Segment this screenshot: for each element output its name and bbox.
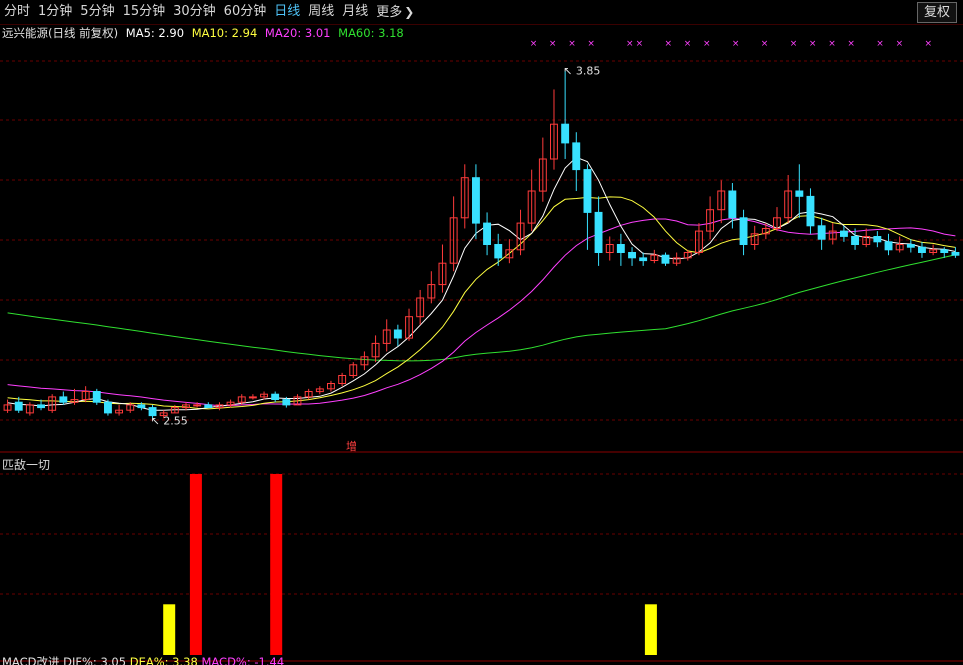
candle-body	[906, 244, 915, 248]
signal-marker: ×	[876, 39, 884, 49]
candle-body	[193, 404, 202, 407]
candle-body	[271, 393, 280, 401]
signal-marker: ×	[790, 39, 798, 49]
candle-body	[795, 190, 804, 197]
candle-body	[14, 401, 23, 411]
candle-body	[561, 123, 570, 144]
signal-marker: ×	[626, 39, 634, 49]
indicator-bar	[189, 474, 202, 655]
signal-marker: ×	[665, 39, 673, 49]
candle-body	[628, 252, 636, 259]
dif-value: DIF%: 3.05	[63, 655, 127, 665]
indicator-bar	[644, 604, 657, 655]
signal-marker: ×	[530, 39, 538, 49]
macd-value: MACD%: -1.44	[201, 655, 285, 665]
signal-marker: ×	[549, 39, 557, 49]
indicator-title: 匹敌一切	[2, 458, 51, 472]
signal-marker: ×	[587, 39, 595, 49]
candle-body	[806, 195, 815, 227]
ma5-line	[7, 156, 956, 411]
signal-marker: ×	[896, 39, 904, 49]
signal-marker: ×	[809, 39, 817, 49]
candle-body	[884, 241, 893, 251]
candle-body	[873, 236, 882, 243]
candle-body	[92, 391, 101, 403]
indicator-bar	[270, 474, 283, 655]
candle-body	[248, 396, 257, 399]
candle-body	[739, 217, 748, 246]
candlestick-chart[interactable]: × × × × × × × × × × × × × × × × × ×↖ 3.85↖ 2.55增	[0, 0, 963, 665]
candle-body	[104, 401, 112, 414]
candle-body	[583, 169, 592, 213]
signal-marker: ×	[684, 39, 692, 49]
candle-body	[661, 254, 670, 264]
macd-name: MACD改进	[2, 655, 60, 665]
signal-marker: ×	[925, 39, 933, 49]
candle-body	[951, 252, 960, 256]
candle-body	[494, 244, 503, 259]
candle-body	[594, 211, 603, 253]
signal-marker: ×	[761, 39, 769, 49]
candle-body	[204, 404, 213, 409]
dea-value: DEA%: 3.38	[129, 655, 198, 665]
indicator-bar	[163, 604, 176, 655]
signal-marker: ×	[568, 39, 576, 49]
high-label: ↖ 3.85	[563, 65, 600, 78]
candle-body	[918, 246, 926, 253]
signal-label: 增	[346, 439, 357, 453]
candle-body	[393, 329, 402, 339]
ma60-line	[7, 254, 956, 362]
candle-body	[472, 177, 480, 224]
signal-marker: ×	[703, 39, 711, 49]
candle-body	[728, 190, 737, 219]
candle-body	[483, 222, 492, 246]
candle-body	[137, 404, 146, 409]
candle-body	[840, 230, 848, 237]
candle-body	[817, 225, 826, 240]
candle-body	[282, 399, 291, 406]
candle-body	[851, 236, 859, 245]
candle-body	[37, 404, 45, 409]
macd-legend: MACD改进 DIF%: 3.05 DEA%: 3.38 MACD%: -1.4…	[2, 654, 284, 665]
signal-marker: ×	[847, 39, 855, 49]
low-label: ↖ 2.55	[151, 414, 188, 427]
ma20-line	[7, 217, 956, 407]
candle-body	[616, 244, 625, 253]
candle-body	[940, 249, 949, 254]
candle-body	[572, 142, 581, 171]
candle-body	[639, 257, 648, 262]
signal-marker: ×	[828, 39, 836, 49]
signal-marker: ×	[732, 39, 740, 49]
candle-body	[59, 396, 68, 403]
signal-marker: ×	[636, 39, 644, 49]
